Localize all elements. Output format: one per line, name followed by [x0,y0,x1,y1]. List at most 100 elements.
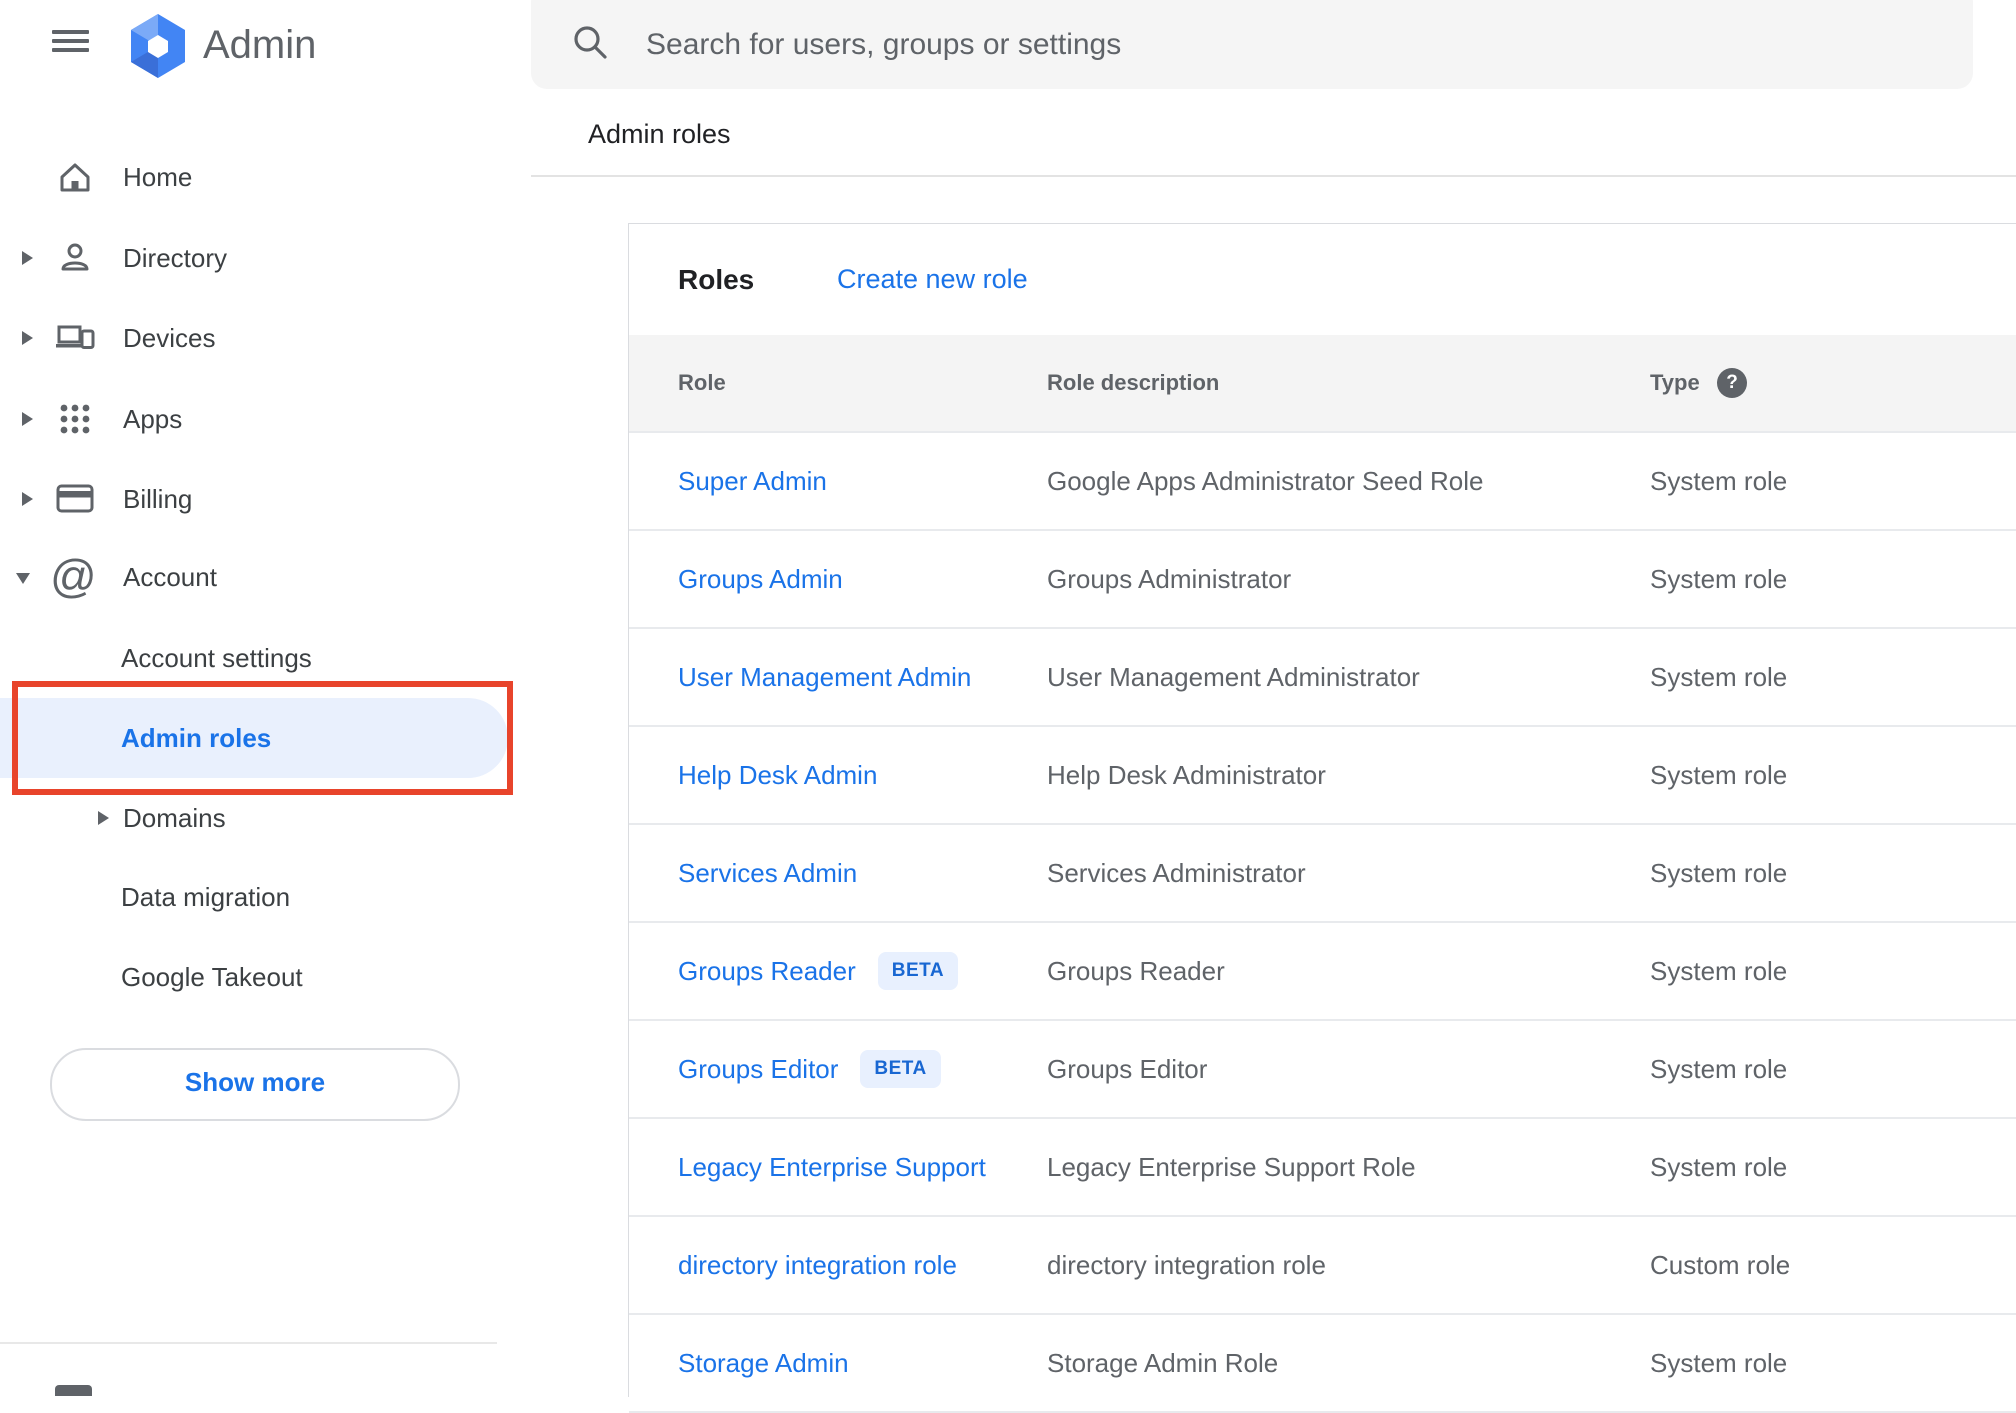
sidebar-item-label: Data migration [121,882,291,912]
sidebar-item-account[interactable]: @ Account [0,537,520,617]
show-more-button[interactable]: Show more [50,1048,460,1121]
header-divider [531,175,2016,177]
sidebar-item-apps[interactable]: Apps [0,379,520,459]
role-description: Legacy Enterprise Support Role [1047,1152,1416,1182]
role-type: System role [1650,1054,1788,1084]
role-type: System role [1650,662,1788,692]
product-title: Admin [203,23,317,67]
sidebar-item-devices[interactable]: Devices [0,298,520,378]
role-cell: Super Admin [678,433,827,529]
sidebar-item-label: Admin roles [121,723,272,753]
role-link[interactable]: Services Admin [678,858,857,888]
menu-icon [52,30,89,34]
sidebar-item-billing[interactable]: Billing [0,459,520,539]
home-icon [60,163,90,192]
sidebar-item-label: Domains [123,803,226,833]
menu-button[interactable] [36,12,102,72]
search-placeholder: Search for users, groups or settings [646,28,1122,61]
role-description: Groups Editor [1047,1054,1208,1084]
sidebar-item-label: Billing [123,484,193,514]
sidebar-item-label: Home [123,162,193,192]
role-type: System role [1650,564,1788,594]
role-description: Groups Administrator [1047,564,1292,594]
expand-arrow-icon[interactable] [22,331,33,345]
help-icon[interactable]: ? [1717,368,1747,398]
roles-card: Roles Create new role Role Role descript… [628,223,2016,1413]
role-description: Groups Reader [1047,956,1225,986]
at-sign-icon: @ [50,550,97,602]
apps-grid-icon [60,404,90,434]
table-row: Groups Reader BETA Groups Reader System rol… [629,923,2016,1021]
table-row: Legacy Enterprise Support Legacy Enterpri… [629,1119,2016,1217]
sidebar-item-label: Google Takeout [121,962,303,992]
role-description: Google Apps Administrator Seed Role [1047,466,1484,496]
role-link[interactable]: Groups Reader [678,956,856,986]
role-type: System role [1650,760,1788,790]
sidebar-item-google-takeout[interactable]: Google Takeout [0,937,520,1017]
role-description: Help Desk Administrator [1047,760,1326,790]
table-row: Super Admin Google Apps Administrator See… [629,433,2016,531]
sidebar-item-admin-roles[interactable]: Admin roles [0,698,520,778]
beta-badge: BETA [877,952,959,991]
role-link[interactable]: directory integration role [678,1250,957,1280]
clipped-bottom-icon [55,1385,92,1396]
card-title: Roles [678,264,755,295]
sidebar-item-label: Directory [123,243,228,273]
role-link[interactable]: Groups Editor [678,1054,838,1084]
expand-arrow-icon[interactable] [22,251,33,265]
expand-arrow-icon[interactable] [22,492,33,506]
role-type: System role [1650,1152,1788,1182]
role-cell: Groups Editor BETA [678,1021,941,1117]
role-type: Custom role [1650,1250,1791,1280]
collapse-arrow-icon[interactable] [16,573,30,584]
expand-arrow-icon[interactable] [22,412,33,426]
role-type: System role [1650,1348,1788,1378]
role-link[interactable]: User Management Admin [678,662,971,692]
beta-badge: BETA [860,1050,941,1089]
role-description: Services Administrator [1047,858,1306,888]
role-cell: Storage Admin [678,1315,849,1411]
role-link[interactable]: Legacy Enterprise Support [678,1152,986,1182]
role-cell: Groups Admin [678,531,843,627]
sidebar-divider [0,1342,497,1344]
sidebar-item-domains[interactable]: Domains [0,778,520,858]
role-cell: User Management Admin [678,629,971,725]
devices-icon [56,325,95,349]
sidebar-item-label: Account [123,562,217,592]
table-row: Groups Admin Groups Administrator System r… [629,531,2016,629]
admin-logo-icon [131,14,185,78]
table-header-row: Role Role description Type ? [629,335,2016,433]
breadcrumb: Admin roles [588,119,731,149]
column-header-type: Type [1650,370,1700,395]
expand-arrow-icon[interactable] [98,811,109,825]
sidebar-item-label: Devices [123,323,216,353]
role-link[interactable]: Super Admin [678,466,827,496]
role-cell: Help Desk Admin [678,727,877,823]
table-body: Super Admin Google Apps Administrator See… [629,433,2016,1413]
role-type: System role [1650,858,1788,888]
sidebar-item-account-settings[interactable]: Account settings [0,618,520,698]
sidebar-item-directory[interactable]: Directory [0,218,520,298]
table-row: Groups Editor BETA Groups Editor System rol… [629,1021,2016,1119]
role-type: System role [1650,956,1788,986]
card-header: Roles Create new role [629,224,2016,335]
sidebar-item-home[interactable]: Home [0,137,520,217]
sidebar-item-data-migration[interactable]: Data migration [0,857,520,937]
role-cell: Legacy Enterprise Support [678,1119,986,1215]
create-new-role-link[interactable]: Create new role [837,224,1028,335]
role-cell: directory integration role [678,1217,957,1313]
role-cell: Services Admin [678,825,857,921]
role-link[interactable]: Groups Admin [678,564,843,594]
column-header-role: Role [678,370,726,395]
role-description: directory integration role [1047,1250,1326,1280]
role-link[interactable]: Help Desk Admin [678,760,877,790]
sidebar-item-label: Account settings [121,643,312,673]
role-type: System role [1650,466,1788,496]
role-link[interactable]: Storage Admin [678,1348,849,1378]
role-description: User Management Administrator [1047,662,1420,692]
search-icon [574,26,607,59]
role-description: Storage Admin Role [1047,1348,1279,1378]
person-icon [61,243,89,271]
table-row: Services Admin Services Administrator Syst… [629,825,2016,923]
table-row: User Management Admin User Management Adm… [629,629,2016,727]
